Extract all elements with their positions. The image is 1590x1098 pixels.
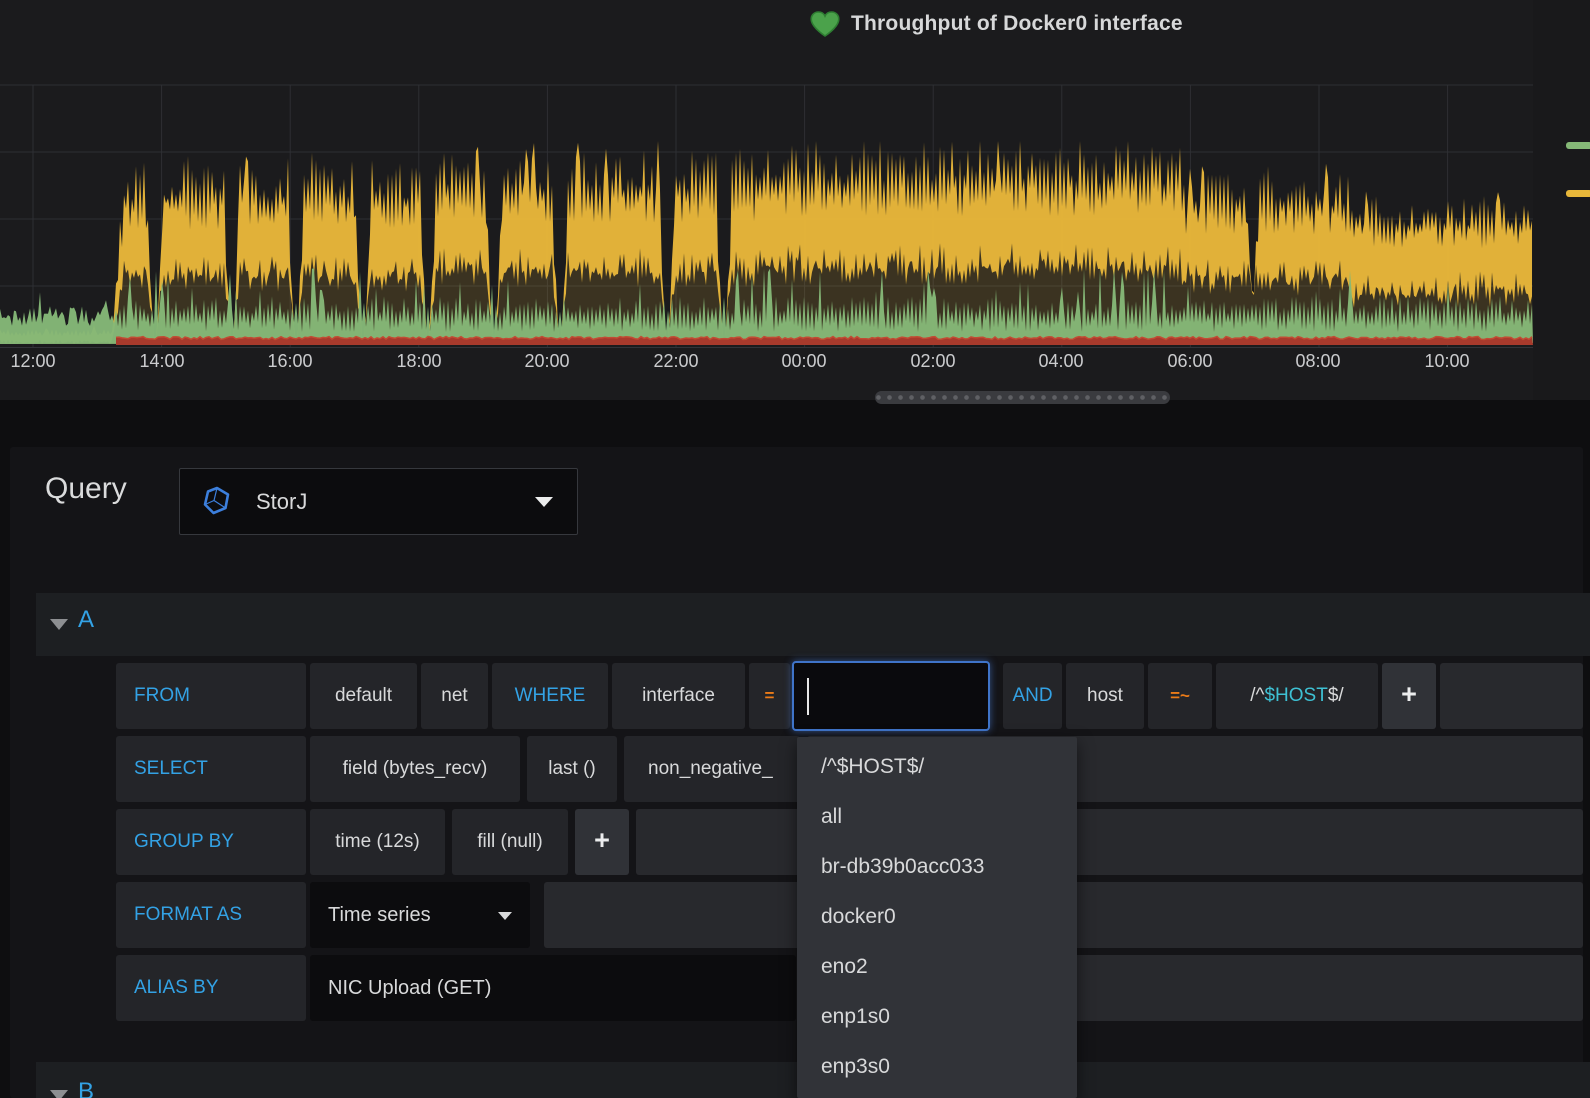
chevron-down-icon (535, 497, 553, 507)
select-transform-segment[interactable]: non_negative_ (624, 736, 800, 802)
x-axis-tick: 22:00 (628, 351, 724, 372)
operator-segment[interactable]: = (749, 663, 790, 729)
format-as-select[interactable]: Time series (310, 882, 530, 948)
alias-by-keyword: ALIAS BY (116, 955, 306, 1021)
retention-policy-segment[interactable]: default (310, 663, 417, 729)
tag-value-input[interactable] (792, 661, 990, 731)
dropdown-option[interactable]: docker0 (797, 892, 1077, 942)
regex-suffix: $/ (1328, 685, 1344, 706)
add-group-by-button[interactable]: + (575, 809, 629, 875)
x-axis-tick: 02:00 (885, 351, 981, 372)
x-axis-tick: 10:00 (1399, 351, 1495, 372)
regex-operator-segment[interactable]: =~ (1148, 663, 1212, 729)
tag-key-segment[interactable]: interface (612, 663, 745, 729)
text-cursor (807, 678, 809, 715)
format-as-value: Time series (328, 904, 431, 926)
x-axis-tick: 06:00 (1142, 351, 1238, 372)
alias-by-input[interactable]: NIC Upload (GET) (310, 955, 796, 1021)
dropdown-option[interactable]: enp3s0 (797, 1042, 1077, 1092)
row-filler (1440, 663, 1583, 729)
x-axis-tick: 08:00 (1270, 351, 1366, 372)
panel-resize-handle[interactable] (875, 391, 1170, 404)
group-by-time-segment[interactable]: time (12s) (310, 809, 445, 875)
datasource-name: StorJ (256, 489, 307, 515)
row-filler (636, 809, 1583, 875)
where-keyword: WHERE (492, 663, 608, 729)
grafana-dashboard-page: Throughput of Docker0 interface 12:00 14… (0, 0, 1590, 1098)
timeseries-chart[interactable] (0, 0, 1590, 400)
add-condition-button[interactable]: + (1382, 663, 1436, 729)
x-axis-tick: 18:00 (371, 351, 467, 372)
x-axis-tick: 04:00 (1013, 351, 1109, 372)
from-keyword: FROM (116, 663, 306, 729)
dropdown-option[interactable]: br-db39b0acc033 (797, 842, 1077, 892)
query-ref-letter: B (78, 1078, 94, 1098)
and-keyword: AND (1003, 663, 1062, 729)
legend-series-marker-yellow[interactable] (1566, 190, 1590, 197)
query-section-title: Query (45, 472, 127, 506)
x-axis-tick: 16:00 (242, 351, 338, 372)
select-field-segment[interactable]: field (bytes_recv) (310, 736, 520, 802)
group-by-keyword: GROUP BY (116, 809, 306, 875)
dropdown-option[interactable]: enp1s0 (797, 992, 1077, 1042)
query-ref-a-header[interactable]: A (36, 593, 1590, 656)
regex-prefix: /^ (1250, 685, 1264, 706)
datasource-picker[interactable]: StorJ (179, 468, 578, 535)
collapse-triangle-icon[interactable] (50, 1090, 68, 1098)
x-axis-tick: 14:00 (114, 351, 210, 372)
tag-key-segment-host[interactable]: host (1066, 663, 1144, 729)
tag-value-regex-segment[interactable]: /^$HOST$/ (1216, 663, 1378, 729)
tag-value-dropdown: /^$HOST$/ all br-db39b0acc033 docker0 en… (797, 737, 1077, 1098)
dropdown-option[interactable]: /^$HOST$/ (797, 742, 1077, 792)
select-aggregate-segment[interactable]: last () (527, 736, 617, 802)
format-as-keyword: FORMAT AS (116, 882, 306, 948)
dropdown-option[interactable]: eno2 (797, 942, 1077, 992)
collapse-triangle-icon[interactable] (50, 619, 68, 630)
x-axis-tick: 00:00 (756, 351, 852, 372)
chart-panel: Throughput of Docker0 interface 12:00 14… (0, 0, 1590, 400)
select-caret-icon (498, 912, 512, 920)
legend-series-marker-green[interactable] (1566, 142, 1590, 149)
dropdown-option[interactable]: all (797, 792, 1077, 842)
select-keyword: SELECT (116, 736, 306, 802)
template-variable: $HOST (1264, 685, 1327, 706)
group-by-fill-segment[interactable]: fill (null) (452, 809, 568, 875)
x-axis-tick: 12:00 (0, 351, 81, 372)
influxdb-logo-icon (201, 486, 233, 518)
x-axis-tick: 20:00 (499, 351, 595, 372)
query-ref-letter: A (78, 606, 94, 634)
measurement-segment[interactable]: net (421, 663, 488, 729)
